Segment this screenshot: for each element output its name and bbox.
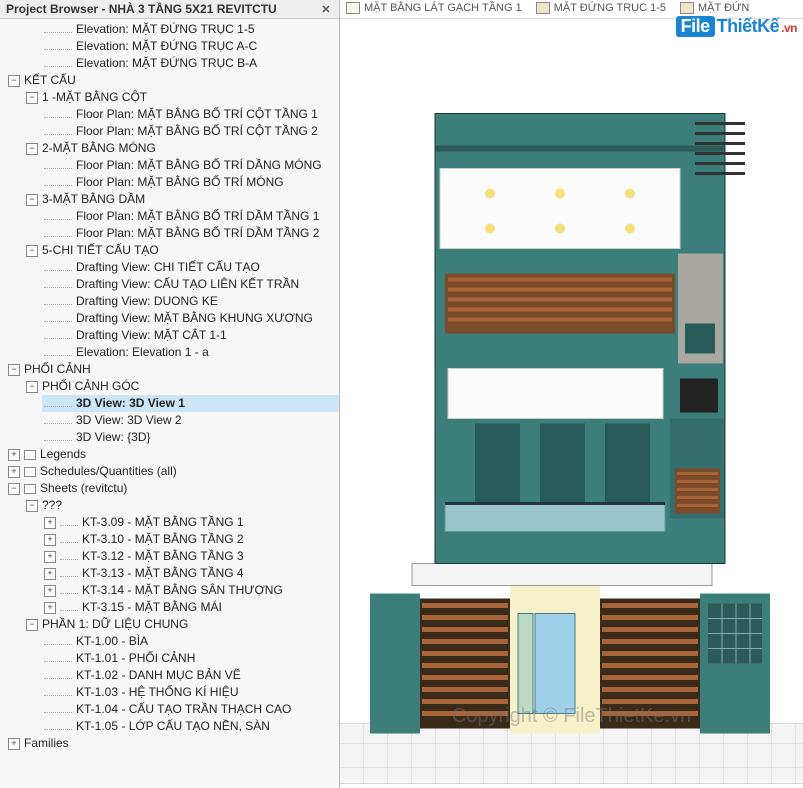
tree-item[interactable]: Drafting View: CHI TIẾT CẤU TẠO <box>42 259 339 276</box>
collapse-icon[interactable]: − <box>26 194 38 206</box>
tree-item[interactable]: Floor Plan: MẶT BẰNG BỐ TRÍ DẦM TẦNG 1 <box>42 208 339 225</box>
sheets-icon <box>24 484 36 494</box>
collapse-icon[interactable]: − <box>26 500 38 512</box>
house-render <box>340 19 803 788</box>
tree-item[interactable]: KT-1.02 - DANH MỤC BẢN VẼ <box>42 667 339 684</box>
tree-group-ketcau[interactable]: −KẾT CẤU <box>6 72 339 89</box>
tree-item[interactable]: +KT-3.14 - MẶT BẰNG SÂN THƯỢNG <box>42 582 339 599</box>
tree-item[interactable]: Drafting View: MẶT CẮT 1-1 <box>42 327 339 344</box>
tree-item[interactable]: 3D View: {3D} <box>42 429 339 446</box>
tree-item[interactable]: Drafting View: CẤU TẠO LIÊN KẾT TRẦN <box>42 276 339 293</box>
tree-item[interactable]: Drafting View: MẶT BẰNG KHUNG XƯƠNG <box>42 310 339 327</box>
tree-item[interactable]: +KT-3.12 - MẶT BẰNG TẦNG 3 <box>42 548 339 565</box>
expand-icon[interactable]: + <box>44 568 56 580</box>
tree-group[interactable]: −PHỐI CẢNH GÓC <box>24 378 339 395</box>
expand-icon[interactable]: + <box>44 534 56 546</box>
tree-item[interactable]: Elevation: MẶT ĐỨNG TRỤC 1-5 <box>42 21 339 38</box>
tree-item[interactable]: KT-1.04 - CẤU TẠO TRẦN THẠCH CAO <box>42 701 339 718</box>
legends-icon <box>24 450 36 460</box>
elevation-icon <box>536 2 550 14</box>
tree-item[interactable]: KT-1.01 - PHỐI CẢNH <box>42 650 339 667</box>
expand-icon[interactable]: + <box>8 466 20 478</box>
collapse-icon[interactable]: − <box>26 143 38 155</box>
expand-icon[interactable]: + <box>44 585 56 597</box>
tree-group[interactable]: −3-MẶT BẰNG DẦM <box>24 191 339 208</box>
expand-icon[interactable]: + <box>8 738 20 750</box>
expand-icon[interactable]: + <box>8 449 20 461</box>
tree-group[interactable]: −PHẦN 1: DỮ LIỆU CHUNG <box>24 616 339 633</box>
tree-item[interactable]: Drafting View: DUONG KE <box>42 293 339 310</box>
collapse-icon[interactable]: − <box>26 245 38 257</box>
tree-item[interactable]: Elevation: MẶT ĐỨNG TRỤC A-C <box>42 38 339 55</box>
collapse-icon[interactable]: − <box>8 483 20 495</box>
elevation-icon <box>680 2 694 14</box>
collapse-icon[interactable]: − <box>26 381 38 393</box>
tree-item[interactable]: KT-1.00 - BÌA <box>42 633 339 650</box>
project-browser-panel: Project Browser - NHÀ 3 TẦNG 5X21 REVITC… <box>0 0 340 788</box>
tree-group-sheets[interactable]: −Sheets (revitctu) <box>6 480 339 497</box>
tree-group[interactable]: −5-CHI TIẾT CẤU TẠO <box>24 242 339 259</box>
collapse-icon[interactable]: − <box>8 75 20 87</box>
3d-viewport[interactable]: Copyright © FileThietKe.vn <box>340 19 803 788</box>
tree-item[interactable]: +KT-3.10 - MẶT BẰNG TẦNG 2 <box>42 531 339 548</box>
expand-icon[interactable]: + <box>44 602 56 614</box>
tree-item[interactable]: +KT-3.09 - MẶT BẰNG TẦNG 1 <box>42 514 339 531</box>
tree-item[interactable]: 3D View: 3D View 2 <box>42 412 339 429</box>
tree-group-phoicanh[interactable]: −PHỐI CẢNH <box>6 361 339 378</box>
tree-group[interactable]: −1 -MẶT BẰNG CỘT <box>24 89 339 106</box>
tree-group[interactable]: −??? <box>24 497 339 514</box>
tree-item[interactable]: Floor Plan: MẶT BẰNG BỐ TRÍ CỘT TẦNG 1 <box>42 106 339 123</box>
tree-item[interactable]: +KT-3.15 - MẶT BẰNG MÁI <box>42 599 339 616</box>
collapse-icon[interactable]: − <box>26 92 38 104</box>
tree-item[interactable]: +KT-3.13 - MẶT BẰNG TẦNG 4 <box>42 565 339 582</box>
tree-group-families[interactable]: +Families <box>6 735 339 752</box>
sheet-icon <box>346 2 360 14</box>
tree-item[interactable]: Elevation: Elevation 1 - a <box>42 344 339 361</box>
project-tree[interactable]: Elevation: MẶT ĐỨNG TRỤC 1-5 Elevation: … <box>0 19 339 788</box>
tree-item[interactable]: Floor Plan: MẶT BẰNG BỐ TRÍ DẦM TẦNG 2 <box>42 225 339 242</box>
tree-item[interactable]: Elevation: MẶT ĐỨNG TRỤC B-A <box>42 55 339 72</box>
expand-icon[interactable]: + <box>44 551 56 563</box>
tree-group-legends[interactable]: +Legends <box>6 446 339 463</box>
collapse-icon[interactable]: − <box>26 619 38 631</box>
tree-item[interactable]: Floor Plan: MẶT BẰNG BỐ TRÍ MÓNG <box>42 174 339 191</box>
expand-icon[interactable]: + <box>44 517 56 529</box>
view-tab[interactable]: MẶT ĐỨN <box>680 2 749 14</box>
tree-item-3dview1[interactable]: 3D View: 3D View 1 <box>42 395 339 412</box>
tree-item[interactable]: KT-1.05 - LỚP CẤU TẠO NỀN, SÀN <box>42 718 339 735</box>
tree-item[interactable]: Floor Plan: MẶT BẰNG BỐ TRÍ DẦNG MÓNG <box>42 157 339 174</box>
collapse-icon[interactable]: − <box>8 364 20 376</box>
tree-group-schedules[interactable]: +Schedules/Quantities (all) <box>6 463 339 480</box>
tree-item[interactable]: KT-1.03 - HỆ THỐNG KÍ HIỆU <box>42 684 339 701</box>
panel-close-button[interactable]: ✕ <box>319 2 333 16</box>
view-tab[interactable]: MẶT BẰNG LÁT GẠCH TẦNG 1 <box>346 2 522 14</box>
tree-group[interactable]: −2-MẶT BẰNG MÓNG <box>24 140 339 157</box>
project-browser-header: Project Browser - NHÀ 3 TẦNG 5X21 REVITC… <box>0 0 339 19</box>
view-tab[interactable]: MẶT ĐỨNG TRỤC 1-5 <box>536 2 666 14</box>
main-view: MẶT BẰNG LÁT GẠCH TẦNG 1 MẶT ĐỨNG TRỤC 1… <box>340 0 803 788</box>
schedules-icon <box>24 467 36 477</box>
project-browser-title: Project Browser - NHÀ 3 TẦNG 5X21 REVITC… <box>6 2 277 16</box>
tree-item[interactable]: Floor Plan: MẶT BẰNG BỐ TRÍ CỘT TẦNG 2 <box>42 123 339 140</box>
